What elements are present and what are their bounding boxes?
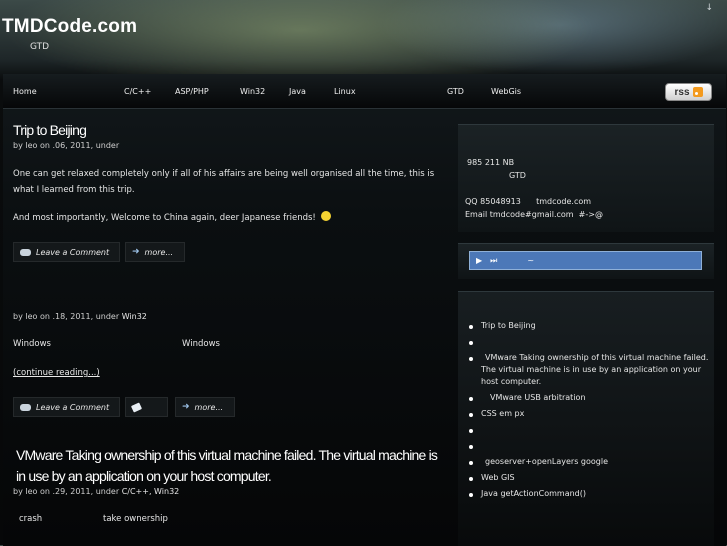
track-title: ~: [527, 256, 535, 265]
post-paragraph: And most importantly, Welcome to China a…: [13, 210, 438, 226]
nav-linux[interactable]: Linux: [334, 87, 356, 96]
recent-post-item[interactable]: [469, 424, 709, 436]
nav-c-cpp[interactable]: C/C++: [124, 87, 151, 96]
smiley-icon: [320, 211, 331, 221]
nav-gtd[interactable]: GTD: [447, 87, 464, 96]
comment-icon: [20, 248, 31, 256]
info-line: 985 211 NB: [467, 158, 515, 167]
post-meta-text: by leo on .18, 2011, under: [13, 312, 120, 321]
arrow-right-icon: ➜: [182, 402, 190, 412]
recent-posts-list: Trip to Beijing VMware Taking ownership …: [469, 320, 709, 504]
post-meta-text: by leo on .29, 2011, under: [13, 487, 120, 496]
comment-icon: [20, 403, 31, 411]
tag-icon: [130, 401, 143, 413]
nav-home[interactable]: Home: [13, 87, 37, 96]
nav-asp-php[interactable]: ASP/PHP: [175, 87, 209, 96]
post-paragraph: One can get relaxed completely only if a…: [13, 169, 435, 195]
contact-line: QQ 85048913 tmdcode.com: [465, 197, 592, 206]
info-line: GTD: [509, 171, 526, 180]
site-title[interactable]: TMDCode.com: [2, 16, 137, 38]
nav-java[interactable]: Java: [289, 87, 306, 96]
email-line: Email tmdcode#gmail.com #->@: [465, 210, 603, 219]
scroll-down-icon[interactable]: ↓: [705, 3, 713, 13]
tags-button[interactable]: [125, 397, 168, 417]
leave-comment-button[interactable]: Leave a Comment: [13, 242, 120, 262]
recent-post-item[interactable]: [469, 440, 709, 452]
leave-comment-label: Leave a Comment: [36, 402, 110, 412]
play-icon[interactable]: ▶: [476, 256, 482, 265]
next-track-icon[interactable]: ⏭: [490, 256, 497, 266]
main-nav: [3, 74, 726, 109]
leave-comment-button[interactable]: Leave a Comment: [13, 397, 120, 417]
rss-label: rss: [674, 86, 690, 98]
recent-post-item[interactable]: [469, 336, 709, 348]
more-button[interactable]: ➜ more...: [175, 397, 235, 417]
category-link[interactable]: C/C++, Win32: [122, 487, 180, 496]
recent-post-item[interactable]: geoserver+openLayers google: [469, 456, 709, 468]
leave-comment-label: Leave a Comment: [36, 247, 110, 257]
post-meta: by leo on .06, 2011, under: [13, 141, 119, 150]
category-link[interactable]: Win32: [122, 312, 147, 321]
post-paragraph-text: And most importantly, Welcome to China a…: [13, 213, 316, 223]
music-player[interactable]: ▶ ⏭ ~: [469, 251, 702, 270]
more-button[interactable]: ➜ more...: [125, 242, 185, 262]
post-excerpt-right: Windows: [182, 339, 220, 349]
rss-feed-icon: [692, 87, 703, 97]
site-subtitle: GTD: [30, 42, 50, 52]
recent-post-item[interactable]: Web GIS: [469, 472, 709, 484]
recent-post-item[interactable]: VMware USB arbitration: [469, 392, 709, 404]
post-excerpt-right: take ownership: [103, 514, 168, 524]
more-label: more...: [194, 402, 224, 412]
recent-post-item[interactable]: Trip to Beijing: [469, 320, 709, 332]
post-title[interactable]: Trip to Beijing: [13, 122, 87, 138]
post-title[interactable]: VMware Taking ownership of this virtual …: [16, 445, 446, 487]
arrow-right-icon: ➜: [132, 247, 140, 257]
recent-post-item[interactable]: CSS em px: [469, 408, 709, 420]
nav-webgis[interactable]: WebGis: [491, 87, 521, 96]
rss-button[interactable]: rss: [665, 83, 712, 101]
post-meta: by leo on .29, 2011, under C/C++, Win32: [13, 487, 179, 496]
more-label: more...: [144, 247, 174, 257]
recent-post-item[interactable]: Java getActionCommand(): [469, 488, 709, 500]
post-excerpt-left: crash: [19, 514, 43, 524]
nav-win32[interactable]: Win32: [240, 87, 265, 96]
continue-reading-link[interactable]: (continue reading...): [13, 368, 100, 378]
recent-post-item[interactable]: VMware Taking ownership of this virtual …: [469, 352, 709, 388]
post-meta: by leo on .18, 2011, under Win32: [13, 312, 147, 321]
post-meta-text: by leo on .06, 2011, under: [13, 141, 120, 150]
